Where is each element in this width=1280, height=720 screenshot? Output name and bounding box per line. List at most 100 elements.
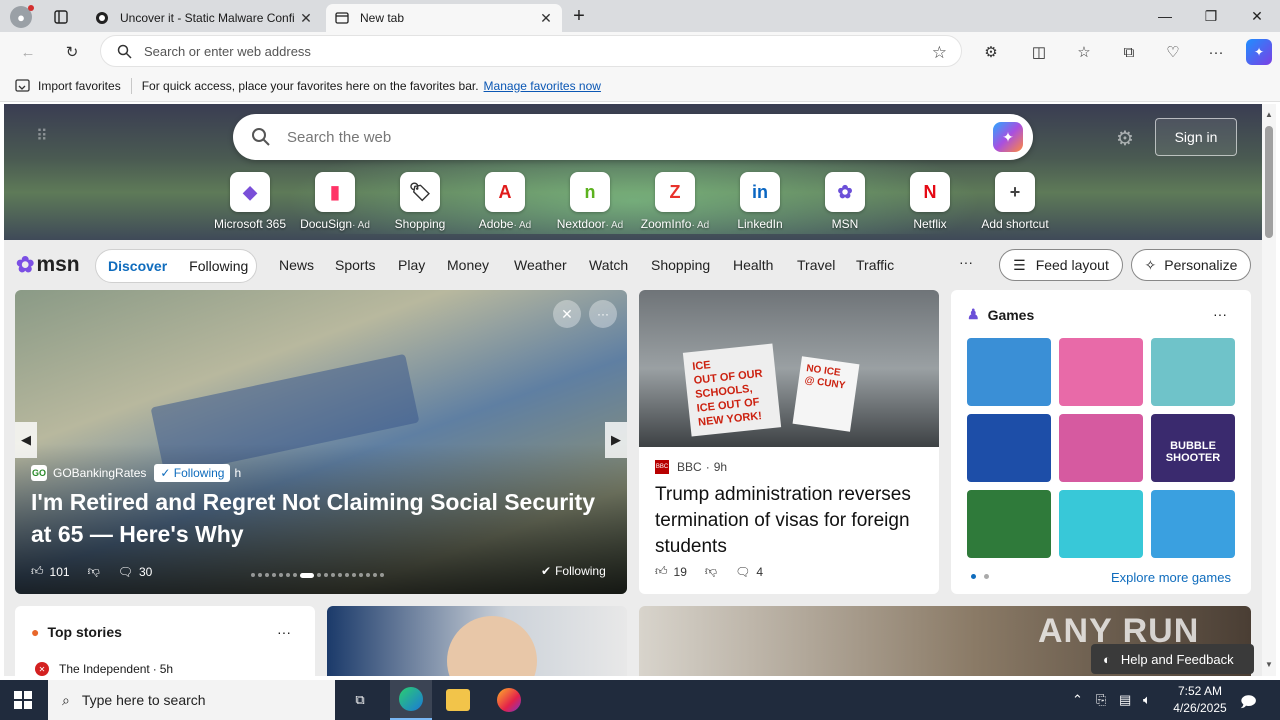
import-favorites-icon[interactable]: [14, 79, 30, 92]
wifi-tray-icon[interactable]: ▤: [1119, 692, 1131, 708]
games-pager[interactable]: [971, 574, 989, 579]
nav-sports[interactable]: Sports: [335, 257, 375, 273]
web-search-box[interactable]: Search the web ✦: [233, 114, 1033, 160]
more-options-icon[interactable]: ···: [589, 300, 617, 328]
page-settings-icon[interactable]: ⚙: [1116, 126, 1134, 151]
game-tile[interactable]: [967, 338, 1051, 406]
like-icon[interactable]: 👍︎: [655, 564, 668, 579]
nav-play[interactable]: Play: [398, 257, 425, 273]
msn-logo[interactable]: ✿ msn: [16, 252, 80, 278]
nav-shopping[interactable]: Shopping: [651, 257, 710, 273]
manage-favorites-link[interactable]: Manage favorites now: [484, 79, 601, 93]
carousel-dots[interactable]: [251, 572, 401, 578]
shortcut-add-shortcut[interactable]: + Add shortcut: [973, 172, 1057, 231]
settings-more-icon[interactable]: ···: [1205, 41, 1227, 63]
tab-malware-config[interactable]: Uncover it - Static Malware Confi ✕: [86, 4, 322, 32]
more-categories-button[interactable]: ···: [959, 254, 973, 270]
volume-tray-icon[interactable]: 🔈︎: [1143, 692, 1151, 708]
tab-new-tab[interactable]: New tab ✕: [326, 4, 562, 32]
extensions-icon[interactable]: ⚙: [980, 41, 1002, 63]
carousel-prev-icon[interactable]: ◀: [15, 422, 37, 458]
bbc-headline[interactable]: Trump administration reverses terminatio…: [655, 482, 927, 560]
edge-taskbar-icon[interactable]: [390, 680, 432, 720]
carousel-next-icon[interactable]: ▶: [605, 422, 627, 458]
app-launcher-icon[interactable]: ⠿: [36, 126, 48, 146]
file-explorer-icon[interactable]: [446, 689, 470, 711]
notifications-icon[interactable]: 🗩︎: [1240, 692, 1257, 717]
close-window-button[interactable]: ✕: [1234, 0, 1280, 32]
nav-news[interactable]: News: [279, 257, 314, 273]
feed-layout-button[interactable]: ☰ Feed layout: [999, 249, 1123, 281]
import-favorites-button[interactable]: Import favorites: [38, 79, 121, 93]
game-tile[interactable]: [1059, 338, 1143, 406]
dismiss-icon[interactable]: ✕: [553, 300, 581, 328]
following-tab[interactable]: Following: [189, 258, 248, 274]
games-more-icon[interactable]: ···: [1213, 306, 1227, 322]
explore-games-link[interactable]: Explore more games: [1111, 570, 1231, 585]
nav-money[interactable]: Money: [447, 257, 489, 273]
comment-icon[interactable]: 🗨︎: [735, 565, 750, 579]
hero-headline[interactable]: I'm Retired and Regret Not Claiming Soci…: [31, 486, 611, 550]
nav-traffic[interactable]: Traffic: [856, 257, 894, 273]
dislike-icon[interactable]: 👎︎: [705, 564, 717, 579]
shortcut-msn[interactable]: ✿ MSN: [803, 172, 887, 231]
following-chip[interactable]: ✔ Following: [541, 564, 606, 578]
address-bar[interactable]: Search or enter web address ☆: [100, 35, 962, 67]
copilot-icon[interactable]: ✦: [993, 122, 1023, 152]
task-view-icon[interactable]: ⧉: [350, 690, 370, 710]
collections-icon[interactable]: ⧉: [1118, 41, 1140, 63]
scroll-up-icon[interactable]: ▲: [1265, 110, 1273, 119]
like-icon[interactable]: 👍︎: [31, 564, 44, 579]
minimize-button[interactable]: —: [1142, 0, 1188, 32]
split-screen-icon[interactable]: ◫: [1028, 41, 1050, 63]
dislike-icon[interactable]: 👎︎: [88, 564, 100, 579]
game-tile[interactable]: BUBBLE SHOOTER: [1151, 414, 1235, 482]
network-tray-icon[interactable]: ⎘: [1096, 692, 1106, 708]
favorite-star-icon[interactable]: ☆: [932, 43, 947, 63]
tab-actions-icon[interactable]: [50, 6, 72, 28]
game-tile[interactable]: [1059, 414, 1143, 482]
taskbar-search[interactable]: ⌕ Type here to search: [48, 680, 335, 720]
clock[interactable]: 7:52 AM 4/26/2025: [1164, 683, 1236, 717]
game-tile[interactable]: [967, 414, 1051, 482]
bbc-story-card[interactable]: ICE OUT OF OUR SCHOOLS, ICE OUT OF NEW YOR…: [639, 290, 939, 594]
nav-watch[interactable]: Watch: [589, 257, 628, 273]
shortcut-zoominfo[interactable]: Z ZoomInfo· Ad: [633, 172, 717, 231]
sign-in-button[interactable]: Sign in: [1155, 118, 1237, 156]
shortcut-netflix[interactable]: N Netflix: [888, 172, 972, 231]
shortcut-shopping[interactable]: 🏷 Shopping: [378, 172, 462, 231]
portrait-story-card[interactable]: [327, 606, 627, 676]
shortcut-microsoft-365[interactable]: ◆ Microsoft 365: [208, 172, 292, 231]
hero-story-card[interactable]: ✕ ··· ◀ ▶ GO GOBankingRates ✓ Following …: [15, 290, 627, 594]
close-tab-icon[interactable]: ✕: [538, 10, 554, 27]
following-badge[interactable]: ✓ Following: [154, 464, 231, 482]
favorites-icon[interactable]: ☆: [1073, 41, 1095, 63]
shortcut-nextdoor[interactable]: n Nextdoor· Ad: [548, 172, 632, 231]
firefox-icon[interactable]: [497, 688, 521, 712]
scroll-down-icon[interactable]: ▼: [1265, 660, 1273, 669]
game-tile[interactable]: [1151, 490, 1235, 558]
shortcut-adobe[interactable]: A Adobe· Ad: [463, 172, 547, 231]
browser-essentials-icon[interactable]: ♡: [1162, 41, 1184, 63]
nav-health[interactable]: Health: [733, 257, 773, 273]
help-feedback-button[interactable]: ◐ Help and Feedback: [1091, 644, 1254, 674]
copilot-icon[interactable]: ✦: [1246, 39, 1272, 65]
comment-icon[interactable]: 🗨︎: [118, 565, 133, 579]
game-tile[interactable]: [1151, 338, 1235, 406]
back-icon[interactable]: ←: [17, 41, 39, 63]
refresh-icon[interactable]: ↻: [61, 41, 83, 63]
tray-chevron-icon[interactable]: ⌃: [1072, 692, 1083, 708]
restore-button[interactable]: ❐: [1188, 0, 1234, 32]
top-stories-more-icon[interactable]: ···: [277, 624, 291, 640]
close-tab-icon[interactable]: ✕: [298, 10, 314, 27]
personalize-button[interactable]: ✧ Personalize: [1131, 249, 1251, 281]
shortcut-linkedin[interactable]: in LinkedIn: [718, 172, 802, 231]
shortcut-docusign[interactable]: ▮ DocuSign· Ad: [293, 172, 377, 231]
new-tab-button[interactable]: +: [568, 5, 590, 27]
discover-tab[interactable]: Discover: [108, 258, 167, 274]
page-scrollbar[interactable]: ▲ ▼: [1262, 104, 1276, 676]
game-tile[interactable]: [967, 490, 1051, 558]
windows-start-icon[interactable]: [14, 691, 32, 709]
scroll-thumb[interactable]: [1265, 126, 1273, 238]
nav-weather[interactable]: Weather: [514, 257, 567, 273]
